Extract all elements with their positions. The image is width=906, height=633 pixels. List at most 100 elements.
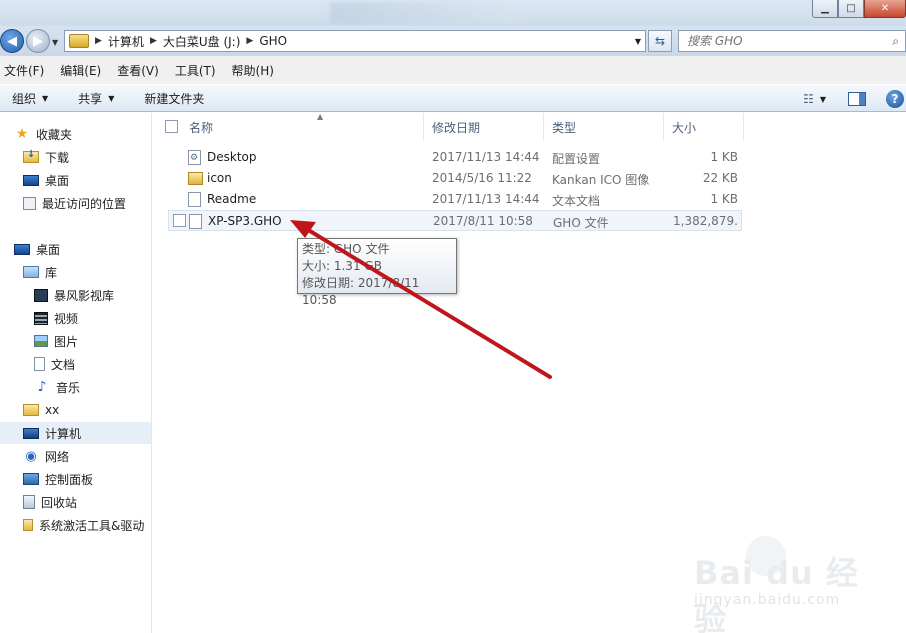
desktop-icon — [23, 174, 39, 186]
sidebar-item-downloads[interactable]: 下载 — [23, 146, 69, 168]
search-icon[interactable]: ⌕ — [892, 34, 899, 49]
sidebar-item-label: 下载 — [45, 150, 70, 165]
sidebar-item-desktop[interactable]: 桌面 — [14, 238, 60, 260]
forward-button[interactable]: ▶ — [26, 29, 50, 53]
sidebar-item-label: 回收站 — [41, 495, 78, 510]
sidebar-item-label: 桌面 — [36, 242, 61, 257]
sidebar-item-recent[interactable]: 最近访问的位置 — [23, 192, 126, 214]
sidebar-item-control-panel[interactable]: 控制面板 — [23, 468, 93, 490]
sidebar-item-pictures[interactable]: 图片 — [34, 330, 78, 352]
title-bar: ▁ □ ✕ — [0, 0, 906, 26]
sidebar-item-documents[interactable]: 文档 — [34, 353, 75, 375]
address-bar[interactable]: ▶ 计算机 ▶ 大白菜U盘 (J:) ▶ GHO ▼ — [64, 30, 646, 52]
command-bar: 组织 ▼ 共享 ▼ 新建文件夹 ☷ ▼ ? — [0, 84, 906, 112]
menu-tools[interactable]: 工具(T) — [175, 62, 216, 79]
file-row[interactable]: Readme 2017/11/13 14:44 文本文档 1 KB — [168, 189, 742, 210]
sidebar-item-label: 控制面板 — [45, 472, 94, 487]
maximize-button[interactable]: □ — [838, 0, 864, 18]
row-checkbox[interactable] — [173, 214, 186, 227]
sidebar-item-desktop-fav[interactable]: 桌面 — [23, 169, 69, 191]
column-date-label: 修改日期 — [432, 120, 481, 135]
search-box[interactable]: ⌕ — [678, 30, 906, 52]
view-dropdown-icon[interactable]: ▼ — [820, 95, 826, 104]
window-controls: ▁ □ ✕ — [812, 0, 906, 18]
network-icon: ◉ — [25, 448, 37, 464]
sidebar-item-network[interactable]: ◉ 网络 — [23, 445, 69, 467]
new-folder-label: 新建文件夹 — [144, 91, 205, 106]
breadcrumb-drive[interactable]: 大白菜U盘 (J:) — [163, 33, 241, 50]
sidebar-item-favorites[interactable]: ★ 收藏夹 — [14, 123, 72, 145]
share-button[interactable]: 共享 ▼ — [78, 90, 114, 107]
drive-folder-icon — [69, 34, 89, 48]
column-header-date[interactable]: 修改日期 — [424, 113, 544, 141]
back-button[interactable]: ◀ — [0, 29, 24, 53]
file-row[interactable]: Desktop 2017/11/13 14:44 配置设置 1 KB — [168, 147, 742, 168]
sidebar-item-label: 文档 — [51, 357, 76, 372]
sidebar-item-user[interactable]: xx — [23, 399, 59, 421]
menu-bar: 文件(F) 编辑(E) 查看(V) 工具(T) 帮助(H) — [0, 56, 906, 84]
file-date: 2017/11/13 14:44 — [432, 192, 540, 206]
menu-view[interactable]: 查看(V) — [117, 62, 159, 79]
command-bar-right: ☷ ▼ ? — [803, 85, 906, 113]
file-size: 1 KB — [710, 150, 738, 164]
back-arrow-icon: ◀ — [7, 33, 17, 49]
breadcrumb-gho[interactable]: GHO — [259, 34, 287, 48]
sidebar-item-label: 最近访问的位置 — [42, 196, 127, 211]
help-icon[interactable]: ? — [886, 90, 904, 108]
file-row-hovered[interactable]: XP-SP3.GHO 2017/8/11 10:58 GHO 文件 1,382,… — [168, 210, 742, 231]
sidebar-item-library[interactable]: 库 — [23, 261, 57, 283]
organize-button[interactable]: 组织 ▼ — [12, 90, 48, 107]
column-size-label: 大小 — [672, 120, 697, 135]
sidebar-item-recycle-bin[interactable]: 回收站 — [23, 491, 77, 513]
sidebar-item-computer[interactable]: 计算机 — [0, 422, 151, 444]
tools-folder-icon — [23, 519, 33, 531]
breadcrumb-chevron-icon[interactable]: ▶ — [144, 36, 163, 46]
chevron-down-icon: ▼ — [108, 93, 115, 103]
config-file-icon — [188, 150, 201, 165]
file-name: Readme — [207, 192, 257, 206]
menu-edit[interactable]: 编辑(E) — [60, 62, 101, 79]
close-button[interactable]: ✕ — [864, 0, 906, 18]
sidebar-item-label: 网络 — [45, 449, 70, 464]
column-header-type[interactable]: 类型 — [544, 113, 664, 141]
refresh-icon: ⇆ — [654, 34, 666, 48]
share-label: 共享 — [78, 91, 103, 106]
breadcrumb-chevron-icon[interactable]: ▶ — [240, 36, 259, 46]
file-type: 配置设置 — [552, 152, 601, 166]
window-title-blurred — [330, 2, 520, 24]
sidebar-item-tools[interactable]: 系统激活工具&驱动 — [23, 514, 144, 536]
select-all-checkbox[interactable] — [165, 120, 178, 133]
tooltip-type: 类型: GHO 文件 — [302, 242, 390, 256]
column-header-name[interactable]: 名称 ▲ — [181, 112, 424, 141]
folder-icon — [188, 172, 203, 185]
breadcrumb-chevron-icon[interactable]: ▶ — [89, 36, 108, 46]
address-dropdown-icon[interactable]: ▼ — [635, 37, 641, 46]
minimize-button[interactable]: ▁ — [812, 0, 838, 18]
view-options-icon[interactable]: ☷ — [803, 92, 814, 106]
sidebar-item-baofeng[interactable]: 暴风影视库 — [34, 284, 114, 306]
music-note-icon: ♪ — [37, 379, 47, 395]
search-input[interactable] — [679, 31, 879, 51]
organize-label: 组织 — [12, 91, 37, 106]
video-library-icon — [34, 288, 48, 302]
downloads-folder-icon — [23, 149, 39, 163]
new-folder-button[interactable]: 新建文件夹 — [144, 90, 204, 107]
sidebar-item-label: 计算机 — [45, 426, 82, 441]
file-date: 2014/5/16 11:22 — [432, 171, 532, 185]
document-icon — [34, 357, 45, 371]
file-row[interactable]: icon 2014/5/16 11:22 Kankan ICO 图像 22 KB — [168, 168, 742, 189]
file-size: 22 KB — [702, 171, 738, 185]
preview-pane-icon[interactable] — [848, 92, 866, 106]
sidebar-item-music[interactable]: ♪ 音乐 — [34, 376, 80, 398]
breadcrumb-computer[interactable]: 计算机 — [108, 33, 144, 50]
file-name: XP-SP3.GHO — [208, 214, 282, 228]
sidebar-item-label: 暴风影视库 — [54, 288, 115, 303]
menu-file[interactable]: 文件(F) — [4, 62, 44, 79]
menu-help[interactable]: 帮助(H) — [232, 62, 274, 79]
sidebar-item-videos[interactable]: 视频 — [34, 307, 78, 329]
recent-pages-dropdown[interactable]: ▼ — [52, 38, 58, 47]
file-type: Kankan ICO 图像 — [552, 173, 650, 187]
sidebar-item-label: 收藏夹 — [36, 127, 73, 142]
refresh-button[interactable]: ⇆ — [648, 30, 672, 52]
column-header-size[interactable]: 大小 — [664, 113, 744, 141]
